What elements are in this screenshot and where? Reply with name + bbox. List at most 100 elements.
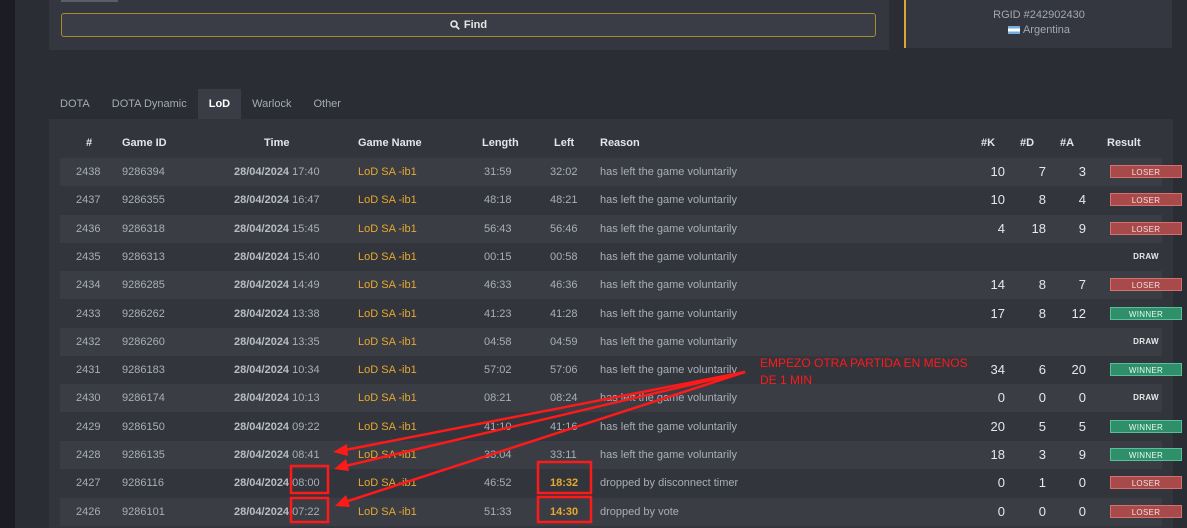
cell-length: 51:33 (484, 505, 512, 518)
cell-date: 28/04/2024 (234, 505, 290, 518)
cell-left: 41:16 (550, 420, 578, 433)
cell-game-id[interactable]: 9286150 (122, 421, 165, 433)
cell-game-id[interactable]: 9286260 (122, 336, 165, 348)
cell-index: 2430 (76, 392, 101, 405)
country: Argentina (906, 24, 1172, 36)
table-row: 2435 9286313 LoD SA -ib1 00:15 00:58 has left… (60, 243, 1162, 271)
cell-length: 31:59 (484, 166, 512, 178)
cell-length: 41:23 (484, 307, 512, 320)
cell-game-name[interactable]: LoD SA -ib1 (358, 194, 417, 206)
result-badge: LOSER (1110, 476, 1182, 490)
cell-kills: 18 (990, 447, 1005, 462)
cell-game-id[interactable]: 9286135 (122, 449, 165, 461)
result-badge: DRAW (1133, 336, 1159, 346)
cell-reason: dropped by disconnect timer (600, 477, 739, 490)
cell-reason: has left the game voluntarily (600, 194, 737, 207)
find-button-label: Find (463, 19, 488, 31)
cell-date: 28/04/2024 (234, 307, 290, 320)
cell-game-name[interactable]: LoD SA -ib1 (358, 251, 417, 263)
cell-game-name[interactable]: LoD SA -ib1 (358, 223, 417, 235)
cell-time: 28/04/2024 10:34 (234, 364, 320, 376)
tab-warlock[interactable]: Warlock (241, 89, 302, 119)
table-row: 2437 9286355 LoD SA -ib1 48:18 48:21 has left… (60, 186, 1182, 214)
table-row: 2434 9286285 LoD SA -ib1 46:33 46:36 has left… (60, 271, 1182, 300)
cell-game-id[interactable]: 9286313 (122, 251, 165, 263)
cell-left: 18:32 (550, 477, 579, 490)
cell-reason: has left the game voluntarily (600, 250, 737, 263)
header-game-id: Game ID (122, 137, 167, 149)
cell-assists: 0 (1078, 475, 1086, 491)
cell-game-id[interactable]: 9286318 (122, 223, 165, 235)
cell-left: 48:21 (550, 194, 578, 207)
cell-game-name[interactable]: LoD SA -ib1 (358, 166, 417, 178)
cell-kills: 0 (997, 475, 1005, 491)
find-button[interactable]: Find (61, 13, 876, 37)
tab-dota[interactable]: DOTA (49, 89, 101, 119)
cell-game-id[interactable]: 9286285 (122, 279, 165, 291)
cell-game-name[interactable]: LoD SA -ib1 (358, 392, 417, 404)
cell-reason: has left the game voluntarily (600, 449, 737, 461)
cell-reason: dropped by vote (600, 505, 679, 518)
cell-game-name[interactable]: LoD SA -ib1 (358, 364, 417, 376)
cell-game-id[interactable]: 9286262 (122, 308, 165, 320)
result-badge: LOSER (1110, 193, 1182, 207)
cell-length: 00:15 (484, 250, 512, 263)
cell-date: 28/04/2024 (234, 420, 290, 433)
cell-deaths: 5 (1038, 418, 1046, 434)
cell-assists: 0 (1078, 390, 1086, 406)
cell-assists: 4 (1078, 192, 1086, 208)
cell-game-name[interactable]: LoD SA -ib1 (358, 279, 417, 291)
header-length: Length (482, 137, 519, 149)
cell-index: 2431 (76, 364, 101, 377)
profile-card: RGID #242902430 Argentina (904, 0, 1172, 48)
left-edge-strip (0, 0, 15, 528)
cell-reason: has left the game voluntarily (600, 166, 737, 178)
cell-assists: 3 (1078, 164, 1086, 179)
cell-kills: 0 (997, 390, 1005, 406)
cell-assists: 9 (1078, 220, 1086, 236)
cell-game-id[interactable]: 9286174 (122, 392, 165, 404)
cell-reason: has left the game voluntarily (600, 420, 737, 433)
cell-game-id[interactable]: 9286116 (122, 477, 164, 489)
cell-game-name[interactable]: LoD SA -ib1 (358, 421, 417, 433)
cell-time: 28/04/2024 08:41 (234, 449, 320, 461)
cell-game-name[interactable]: LoD SA -ib1 (358, 449, 417, 461)
cell-clock: 13:38 (292, 307, 320, 320)
cell-date: 28/04/2024 (234, 449, 290, 461)
cell-game-name[interactable]: LoD SA -ib1 (358, 336, 417, 348)
cell-game-name[interactable]: LoD SA -ib1 (358, 477, 417, 489)
cell-index: 2436 (76, 222, 101, 235)
cell-clock: 14:49 (292, 279, 320, 292)
cell-deaths: 6 (1038, 362, 1046, 378)
table-row: 2431 9286183 LoD SA -ib1 57:02 57:06 has left… (60, 356, 1182, 384)
cell-reason: has left the game voluntarily (600, 279, 737, 292)
cell-left: 46:36 (550, 279, 578, 292)
table-row: 2436 9286318 LoD SA -ib1 56:43 56:46 has left… (60, 214, 1182, 243)
cell-length: 04:58 (484, 335, 512, 348)
cell-length: 46:52 (484, 477, 512, 490)
cell-game-id[interactable]: 9286101 (122, 506, 165, 518)
cell-deaths: 7 (1038, 164, 1046, 179)
cell-assists: 9 (1078, 447, 1086, 462)
tab-other[interactable]: Other (302, 89, 352, 119)
cell-game-name[interactable]: LoD SA -ib1 (358, 506, 417, 518)
result-badge: WINNER (1110, 363, 1182, 377)
tab-lod[interactable]: LoD (197, 89, 242, 119)
cell-game-name[interactable]: LoD SA -ib1 (358, 308, 417, 320)
cell-clock: 10:13 (292, 392, 320, 405)
search-input-edge[interactable] (61, 0, 118, 2)
result-badge: DRAW (1133, 393, 1159, 403)
table-row: 2433 9286262 LoD SA -ib1 41:23 41:28 has left… (60, 300, 1182, 328)
tab-dota-dynamic[interactable]: DOTA Dynamic (101, 89, 198, 119)
cell-length: 46:33 (484, 279, 512, 292)
cell-game-id[interactable]: 9286355 (122, 194, 165, 206)
table-row: 2426 9286101 LoD SA -ib1 51:33 14:30 dropped … (60, 497, 1182, 526)
cell-time: 28/04/2024 13:35 (234, 336, 320, 348)
cell-clock: 09:22 (292, 420, 320, 433)
cell-length: 57:02 (484, 364, 512, 377)
cell-left: 41:28 (550, 307, 578, 320)
cell-game-id[interactable]: 9286183 (122, 364, 165, 376)
cell-kills: 4 (997, 220, 1005, 236)
cell-game-id[interactable]: 9286394 (122, 166, 165, 178)
result-badge: LOSER (1110, 221, 1182, 235)
